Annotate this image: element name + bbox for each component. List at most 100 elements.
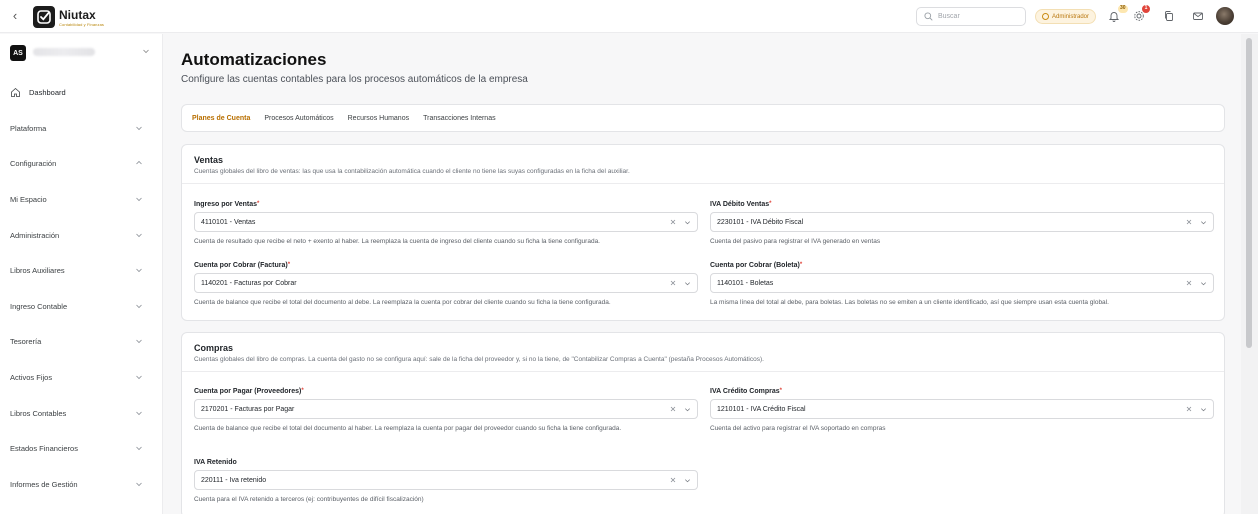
field-label: Cuenta por Cobrar (Boleta) [710, 262, 800, 269]
brand-tagline: Contabilidad y Finanzas [59, 22, 104, 27]
sidebar-item-label: Ingreso Contable [10, 301, 68, 311]
select-ingreso-por-ventas[interactable]: 4110101 - Ventas [194, 212, 698, 232]
field-help: Cuenta del pasivo para registrar el IVA … [710, 238, 881, 245]
clear-icon[interactable] [1186, 406, 1192, 412]
user-avatar[interactable] [1216, 7, 1234, 25]
sidebar-item-tesoreria[interactable]: Tesorería [0, 331, 162, 351]
sidebar-item-label: Plataforma [10, 123, 47, 133]
search-input[interactable] [938, 13, 1018, 20]
sidebar-item-mi-espacio[interactable]: Mi Espacio [0, 189, 162, 209]
chevron-down-icon [136, 126, 142, 131]
field-help: Cuenta del activo para registrar el IVA … [710, 425, 886, 432]
sidebar-item-administracion[interactable]: Administración [0, 225, 162, 245]
chevron-down-icon[interactable] [684, 280, 691, 287]
home-icon [11, 87, 20, 97]
chevron-down-icon [136, 375, 142, 380]
select-cuenta-por-cobrar-boleta[interactable]: 1140101 - Boletas [710, 273, 1214, 293]
field-help: La misma línea del total al debe, para b… [710, 299, 1109, 306]
field-help: Cuenta para el IVA retenido a terceros (… [194, 496, 424, 503]
sidebar-item-libros-contables[interactable]: Libros Contables [0, 403, 162, 423]
tab-planes-de-cuenta[interactable]: Planes de Cuenta [192, 115, 250, 122]
field-iva-retenido: IVA Retenido 220111 - Iva retenido Cuent… [194, 459, 698, 505]
clear-icon[interactable] [1186, 280, 1192, 286]
chevron-down-icon[interactable] [1200, 406, 1207, 413]
chevron-down-icon[interactable] [1200, 280, 1207, 287]
tab-bar: Planes de Cuenta Procesos Automáticos Re… [181, 104, 1225, 132]
ventas-description: Cuentas globales del libro de ventas: la… [194, 168, 630, 175]
chevron-down-icon [136, 233, 142, 238]
org-avatar[interactable]: AS [10, 45, 26, 61]
ventas-card-header: Ventas Cuentas globales del libro de ven… [182, 145, 1224, 184]
clear-icon[interactable] [670, 406, 676, 412]
chevron-up-icon [136, 160, 142, 165]
role-badge[interactable]: Administrador [1035, 9, 1097, 24]
sidebar-item-ingreso-contable[interactable]: Ingreso Contable [0, 296, 162, 316]
sidebar-item-label: Configuración [10, 158, 57, 168]
clear-icon[interactable] [670, 477, 676, 483]
checkmark-logo-icon [37, 10, 51, 24]
ventas-card: Ventas Cuentas globales del libro de ven… [181, 144, 1225, 321]
select-iva-credito-compras[interactable]: 1210101 - IVA Crédito Fiscal [710, 399, 1214, 419]
tab-procesos-automaticos[interactable]: Procesos Automáticos [264, 115, 333, 122]
scrollbar-thumb[interactable] [1246, 38, 1252, 348]
page-subtitle: Configure las cuentas contables para los… [181, 74, 528, 85]
field-help: Cuenta de balance que recibe el total de… [194, 425, 622, 432]
sidebar-item-plataforma[interactable]: Plataforma [0, 118, 162, 138]
search-icon [924, 12, 933, 21]
chevron-down-icon [136, 268, 142, 273]
admin-shield-icon [1042, 13, 1049, 20]
field-help: Cuenta de resultado que recibe el neto +… [194, 238, 600, 245]
alerts-count-badge: 1 [1142, 5, 1150, 13]
clear-icon[interactable] [670, 280, 676, 286]
compras-card-header: Compras Cuentas globales del libro de co… [182, 333, 1224, 372]
field-label: IVA Retenido [194, 459, 237, 466]
chevron-down-icon[interactable] [684, 406, 691, 413]
sidebar-item-label: Administración [10, 230, 60, 240]
sidebar-item-informes-de-gestion[interactable]: Informes de Gestión [0, 474, 162, 494]
sidebar-item-dashboard[interactable]: Dashboard [0, 82, 162, 102]
select-cuenta-por-cobrar-factura[interactable]: 1140201 - Facturas por Cobrar [194, 273, 698, 293]
select-iva-retenido[interactable]: 220111 - Iva retenido [194, 470, 698, 490]
chevron-down-icon [136, 411, 142, 416]
sidebar-item-label: Informes de Gestión [10, 479, 78, 489]
select-value: 1140101 - Boletas [717, 279, 774, 287]
org-name-redacted[interactable] [33, 48, 95, 56]
field-cuenta-por-cobrar-factura: Cuenta por Cobrar (Factura)* 1140201 - F… [194, 262, 698, 308]
sidebar-item-activos-fijos[interactable]: Activos Fijos [0, 367, 162, 387]
select-value: 1140201 - Facturas por Cobrar [201, 279, 297, 287]
chevron-down-icon [136, 482, 142, 487]
chevron-down-icon [136, 339, 142, 344]
clear-icon[interactable] [670, 219, 676, 225]
chevron-down-icon [136, 446, 142, 451]
select-cuenta-por-pagar-proveedores[interactable]: 2170201 - Facturas por Pagar [194, 399, 698, 419]
sidebar-item-libros-auxiliares[interactable]: Libros Auxiliares [0, 260, 162, 280]
search-box[interactable] [916, 7, 1026, 26]
sidebar-item-label: Mi Espacio [10, 194, 47, 204]
select-value: 220111 - Iva retenido [201, 476, 267, 484]
mail-icon[interactable] [1192, 10, 1204, 22]
role-badge-label: Administrador [1052, 13, 1090, 20]
chevron-down-icon[interactable] [142, 47, 150, 55]
page-scrollbar[interactable] [1241, 34, 1258, 514]
chevron-down-icon[interactable] [684, 477, 691, 484]
tab-recursos-humanos[interactable]: Recursos Humanos [348, 115, 409, 122]
field-cuenta-por-cobrar-boleta: Cuenta por Cobrar (Boleta)* 1140101 - Bo… [710, 262, 1214, 308]
brand-name: Niutax [59, 8, 96, 22]
chevron-down-icon[interactable] [1200, 219, 1207, 226]
brand-logo-icon[interactable] [33, 6, 55, 28]
tab-transacciones-internas[interactable]: Transacciones Internas [423, 115, 496, 122]
sidebar-item-estados-financieros[interactable]: Estados Financieros [0, 438, 162, 458]
top-bar: ‹ Niutax Contabilidad y Finanzas Adminis… [0, 0, 1258, 33]
sidebar-item-label: Activos Fijos [10, 372, 53, 382]
field-help: Cuenta de balance que recibe el total de… [194, 299, 611, 306]
page-title: Automatizaciones [181, 50, 327, 69]
sidebar-item-label: Tesorería [10, 336, 42, 346]
sidebar-item-label: Libros Auxiliares [10, 265, 65, 275]
select-iva-debito-ventas[interactable]: 2230101 - IVA Débito Fiscal [710, 212, 1214, 232]
chevron-down-icon[interactable] [684, 219, 691, 226]
sidebar-item-configuracion[interactable]: Configuración [0, 153, 162, 173]
back-arrow-icon[interactable]: ‹ [8, 9, 22, 23]
field-label: IVA Débito Ventas [710, 201, 770, 208]
clear-icon[interactable] [1186, 219, 1192, 225]
copy-icon[interactable] [1163, 10, 1175, 22]
